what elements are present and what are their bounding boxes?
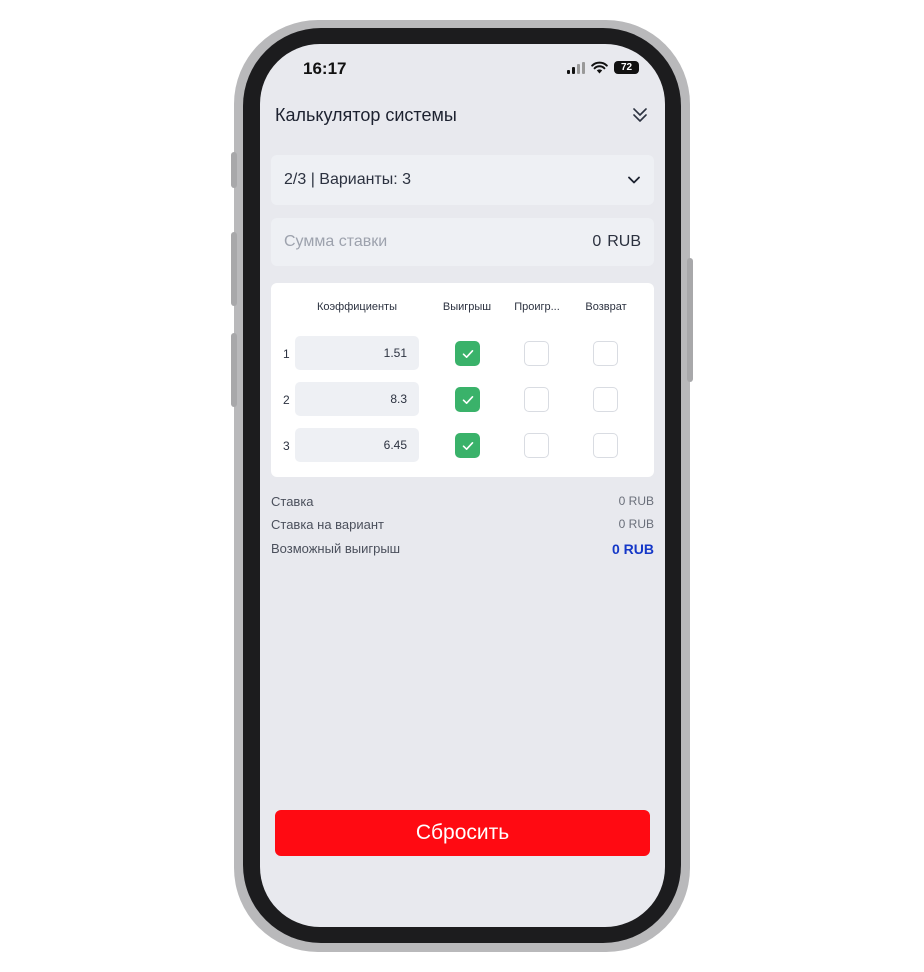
- summary-per-variant-label: Ставка на вариант: [271, 517, 385, 532]
- row-number: 1: [283, 347, 290, 361]
- power-button: [687, 258, 693, 382]
- lose-checkbox[interactable]: [524, 433, 549, 458]
- lose-checkbox[interactable]: [524, 341, 549, 366]
- volume-up-button: [231, 232, 237, 306]
- status-time: 16:17: [303, 59, 347, 78]
- status-icons: 72: [567, 61, 639, 74]
- system-type-label: 2/3 | Варианты: 3: [284, 171, 412, 188]
- wifi-icon: [591, 61, 608, 74]
- stake-amount-value: 0: [592, 233, 602, 250]
- odds-input[interactable]: 8.3: [295, 382, 419, 416]
- row-number: 3: [283, 439, 290, 453]
- phone-screen: 16:17 72 Калькулятор системы 2/3 | Вариа…: [260, 44, 665, 927]
- summary-stake-value: 0 RUB: [618, 494, 654, 508]
- odds-input[interactable]: 1.51: [295, 336, 419, 370]
- column-header-return: Возврат: [585, 301, 627, 313]
- summary-possible-win-label: Возможный выигрыш: [271, 541, 401, 556]
- row-number: 2: [283, 393, 290, 407]
- silent-switch: [231, 152, 237, 188]
- reset-button[interactable]: Сбросить: [275, 810, 650, 856]
- stake-currency: RUB: [607, 233, 641, 250]
- battery-icon: 72: [614, 61, 639, 74]
- summary-per-variant-value: 0 RUB: [618, 517, 654, 531]
- win-checkbox[interactable]: [455, 341, 480, 366]
- lose-checkbox[interactable]: [524, 387, 549, 412]
- return-checkbox[interactable]: [593, 341, 618, 366]
- column-header-odds: Коэффициенты: [317, 301, 397, 313]
- stake-amount-input[interactable]: [284, 233, 593, 251]
- checkmark-icon: [462, 441, 473, 450]
- summary-stake-row: Ставка 0 RUB: [271, 494, 654, 509]
- double-chevron-down-icon[interactable]: [632, 106, 648, 124]
- summary-per-variant-row: Ставка на вариант 0 RUB: [271, 517, 654, 532]
- summary-stake-label: Ставка: [271, 494, 314, 509]
- summary-possible-win-row: Возможный выигрыш 0 RUB: [271, 541, 654, 557]
- win-checkbox[interactable]: [455, 433, 480, 458]
- column-header-lose: Проигр...: [514, 301, 560, 313]
- cellular-signal-icon: [567, 61, 585, 74]
- column-header-win: Выигрыш: [442, 301, 492, 313]
- checkmark-icon: [462, 395, 473, 404]
- summary-possible-win-value: 0 RUB: [611, 541, 654, 557]
- page-title: Калькулятор системы: [275, 105, 457, 125]
- win-checkbox[interactable]: [455, 387, 480, 412]
- volume-down-button: [231, 333, 237, 407]
- return-checkbox[interactable]: [593, 433, 618, 458]
- odds-input[interactable]: 6.45: [295, 428, 419, 462]
- chevron-down-icon: [628, 176, 640, 184]
- odds-table: Коэффициенты Выигрыш Проигр... Возврат 1…: [271, 283, 654, 477]
- return-checkbox[interactable]: [593, 387, 618, 412]
- system-type-select[interactable]: 2/3 | Варианты: 3: [271, 155, 654, 205]
- stake-amount-field: 0 RUB: [271, 218, 654, 266]
- checkmark-icon: [462, 349, 473, 358]
